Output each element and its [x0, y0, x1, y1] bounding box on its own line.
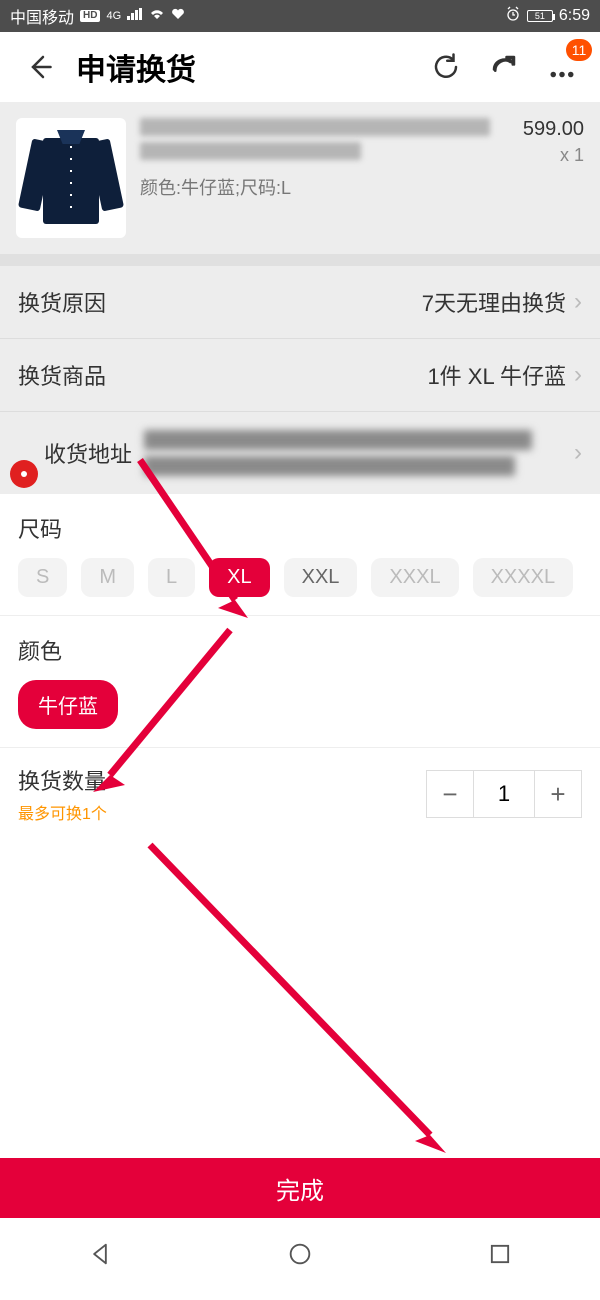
location-pin-icon — [10, 460, 38, 488]
network-type: 4G — [106, 10, 121, 22]
color-section: 颜色 牛仔蓝 — [0, 616, 600, 748]
back-button[interactable] — [18, 47, 58, 87]
quantity-row: 换货数量 最多可换1个 − 1 + — [0, 748, 600, 840]
battery-icon: 51 — [527, 10, 553, 22]
system-home-button[interactable] — [286, 1240, 314, 1273]
size-chip-m[interactable]: M — [81, 558, 134, 597]
selection-sheet: 尺码 S M L XL XXL XXXL XXXXL 颜色 牛仔蓝 换货数量 最… — [0, 494, 600, 840]
status-bar: 中国移动 HD 4G 51 6:59 — [0, 0, 600, 32]
size-options: S M L XL XXL XXXL XXXXL — [18, 558, 582, 597]
size-title: 尺码 — [18, 512, 582, 544]
product-quantity: x 1 — [523, 145, 584, 166]
chevron-right-icon: › — [574, 439, 582, 467]
more-button[interactable]: 11 — [542, 47, 582, 87]
system-nav-bar — [0, 1226, 600, 1286]
size-chip-xxxl[interactable]: XXXL — [371, 558, 458, 597]
color-title: 颜色 — [18, 634, 582, 666]
exchange-item-label: 换货商品 — [18, 359, 427, 391]
carrier-label: 中国移动 — [10, 4, 74, 28]
product-attributes: 颜色:牛仔蓝;尺码:L — [140, 174, 509, 200]
exchange-reason-row[interactable]: 换货原因 7天无理由换货 › — [0, 266, 600, 339]
signal-icon — [127, 7, 143, 25]
hd-badge: HD — [80, 10, 100, 22]
quantity-value: 1 — [474, 770, 534, 818]
shipping-address-row[interactable]: 收货地址 › — [0, 412, 600, 494]
chevron-right-icon: › — [574, 288, 582, 316]
product-title-redacted — [140, 118, 490, 136]
exchange-reason-value: 7天无理由换货 — [422, 286, 566, 318]
alarm-icon — [505, 6, 521, 27]
size-chip-xxxxl[interactable]: XXXXL — [473, 558, 573, 597]
quantity-label: 换货数量 — [18, 764, 426, 796]
product-summary: 颜色:牛仔蓝;尺码:L 599.00 x 1 — [0, 102, 600, 254]
quantity-hint: 最多可换1个 — [18, 800, 426, 824]
size-chip-xxl[interactable]: XXL — [284, 558, 358, 597]
heart-icon — [171, 7, 185, 25]
wifi-icon — [149, 7, 165, 25]
notification-badge: 11 — [566, 39, 592, 61]
size-chip-l[interactable]: L — [148, 558, 195, 597]
address-redacted-2 — [144, 456, 515, 476]
size-section: 尺码 S M L XL XXL XXXL XXXXL — [0, 494, 600, 616]
nav-bar: 申请换货 11 — [0, 32, 600, 102]
product-title-redacted-2 — [140, 142, 361, 160]
address-redacted — [144, 430, 532, 450]
color-options: 牛仔蓝 — [18, 680, 582, 729]
divider — [0, 254, 600, 266]
done-button[interactable]: 完成 — [0, 1158, 600, 1218]
annotation-arrow-icon — [140, 835, 460, 1165]
color-chip-denim-blue[interactable]: 牛仔蓝 — [18, 680, 118, 729]
time-label: 6:59 — [559, 7, 590, 25]
product-price: 599.00 — [523, 118, 584, 141]
quantity-decrease-button[interactable]: − — [426, 770, 474, 818]
size-chip-s[interactable]: S — [18, 558, 67, 597]
quantity-stepper: − 1 + — [426, 770, 582, 818]
page-title: 申请换货 — [76, 45, 408, 89]
system-recent-button[interactable] — [486, 1240, 514, 1273]
size-chip-xl[interactable]: XL — [209, 558, 269, 597]
shipping-address-label: 收货地址 — [44, 437, 132, 469]
system-back-button[interactable] — [86, 1240, 114, 1273]
exchange-reason-label: 换货原因 — [18, 286, 422, 318]
product-image — [16, 118, 126, 238]
exchange-item-row[interactable]: 换货商品 1件 XL 牛仔蓝 › — [0, 339, 600, 412]
exchange-item-value: 1件 XL 牛仔蓝 — [427, 359, 566, 391]
quantity-increase-button[interactable]: + — [534, 770, 582, 818]
chevron-right-icon: › — [574, 361, 582, 389]
refresh-button[interactable] — [426, 47, 466, 87]
share-button[interactable] — [484, 47, 524, 87]
